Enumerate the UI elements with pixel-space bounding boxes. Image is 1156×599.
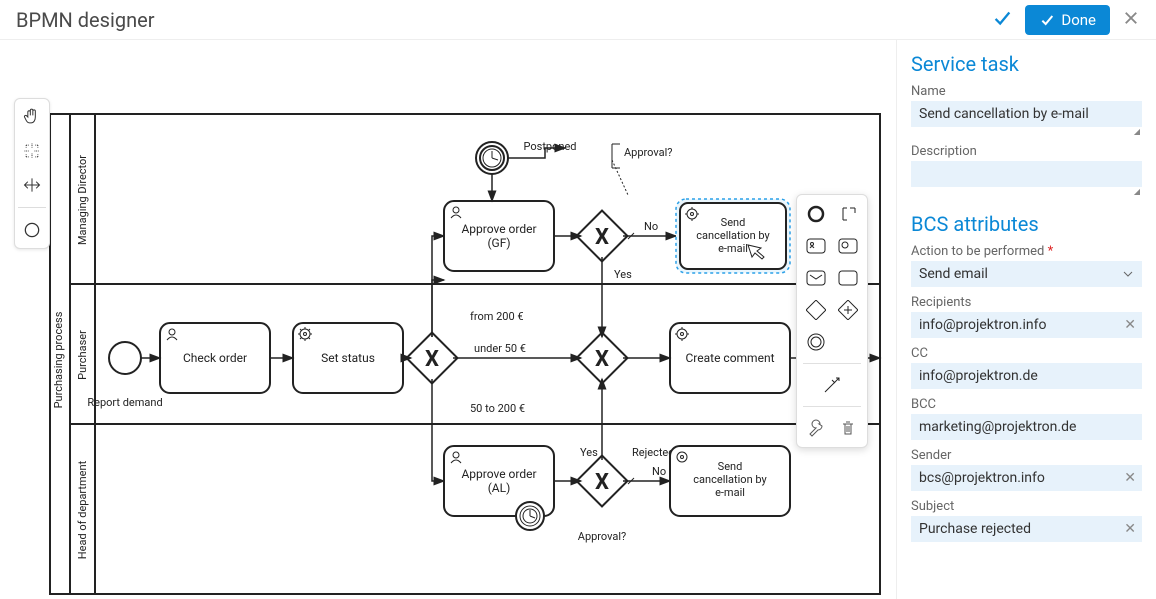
append-parallel-gateway[interactable] — [835, 297, 861, 323]
svg-text:(AL): (AL) — [488, 481, 511, 495]
append-service-task[interactable] — [835, 233, 861, 259]
action-select[interactable]: Send email — [911, 261, 1142, 287]
lane-label-2: Head of department — [76, 460, 89, 559]
lasso-tool[interactable] — [20, 139, 44, 163]
append-text-annotation[interactable] — [835, 201, 861, 227]
sender-input[interactable] — [911, 465, 1142, 491]
append-xor-gateway[interactable] — [803, 297, 829, 323]
clear-sender[interactable]: ✕ — [1124, 470, 1136, 486]
start-event-label: Report demand — [87, 396, 162, 409]
svg-text:Approve order: Approve order — [461, 222, 536, 236]
timer-event-gf[interactable] — [476, 142, 508, 174]
svg-text:50 to 200 €: 50 to 200 € — [470, 402, 525, 415]
svg-text:No: No — [644, 220, 658, 233]
svg-text:from 200 €: from 200 € — [470, 310, 524, 323]
checkmark-icon — [991, 7, 1013, 29]
bpmn-canvas[interactable]: Purchasing process Managing Director Pur… — [0, 40, 896, 599]
tool-palette — [14, 98, 50, 249]
timer-boundary-al[interactable] — [516, 502, 544, 530]
svg-text:(GF): (GF) — [487, 236, 510, 250]
wrench-icon — [807, 419, 825, 437]
name-label: Name — [911, 84, 1142, 99]
svg-text:Rejected: Rejected — [632, 446, 674, 459]
svg-text:X: X — [595, 347, 609, 372]
circle-icon — [22, 220, 42, 240]
name-input[interactable] — [911, 101, 1142, 127]
svg-text:Send: Send — [721, 216, 746, 229]
header-actions: Done — [991, 5, 1140, 35]
lane-label-0: Managing Director — [76, 155, 89, 245]
hand-tool[interactable] — [20, 105, 44, 129]
svg-text:X: X — [425, 347, 439, 372]
recipients-label: Recipients — [911, 295, 1142, 310]
svg-text:X: X — [595, 225, 609, 250]
clear-recipients[interactable]: ✕ — [1124, 317, 1136, 333]
svg-text:under 50 €: under 50 € — [474, 342, 526, 355]
lane-label-1: Purchaser — [76, 330, 89, 380]
delete-element[interactable] — [835, 415, 861, 441]
description-label: Description — [911, 144, 1142, 159]
description-input[interactable] — [911, 161, 1142, 187]
recipients-input[interactable] — [911, 312, 1142, 338]
action-label: Action to be performed * — [911, 244, 1142, 259]
svg-text:Send: Send — [718, 460, 743, 473]
task-set-status-label: Set status — [321, 351, 375, 365]
done-button[interactable]: Done — [1025, 5, 1110, 35]
hand-icon — [22, 107, 42, 127]
svg-text:X: X — [595, 470, 609, 495]
properties-panel: Service task Name ◢ Description ◢ BCS at… — [896, 40, 1156, 599]
pool-label: Purchasing process — [52, 311, 65, 408]
svg-text:Yes: Yes — [614, 268, 632, 281]
sender-label: Sender — [911, 448, 1142, 463]
svg-text:Postponed: Postponed — [524, 140, 577, 153]
space-icon — [22, 175, 42, 195]
svg-text:Approval?: Approval? — [578, 530, 626, 543]
cc-input[interactable] — [911, 363, 1142, 389]
close-button[interactable] — [1122, 9, 1140, 31]
append-end-event[interactable] — [803, 201, 829, 227]
page-title: BPMN designer — [16, 8, 991, 32]
task-create-comment-label: Create comment — [685, 351, 774, 365]
svg-text:Approve order: Approve order — [461, 467, 536, 481]
subject-label: Subject — [911, 499, 1142, 514]
connect-tool[interactable] — [819, 372, 845, 398]
space-tool[interactable] — [20, 173, 44, 197]
header: BPMN designer Done — [0, 0, 1156, 40]
svg-text:e-mail: e-mail — [718, 242, 748, 255]
change-type[interactable] — [803, 415, 829, 441]
done-button-label: Done — [1061, 11, 1096, 29]
svg-text:No: No — [652, 465, 666, 478]
clear-subject[interactable]: ✕ — [1124, 521, 1136, 537]
svg-text:Approval?: Approval? — [624, 146, 672, 159]
close-icon — [1122, 9, 1140, 27]
bcc-input[interactable] — [911, 414, 1142, 440]
bcc-label: BCC — [911, 397, 1142, 412]
cc-label: CC — [911, 346, 1142, 361]
append-task[interactable] — [835, 265, 861, 291]
context-pad — [796, 194, 868, 448]
crosshair-icon — [22, 141, 42, 161]
save-check-button[interactable] — [991, 7, 1013, 33]
chevron-down-icon — [1122, 268, 1134, 280]
attrs-title: BCS attributes — [911, 212, 1142, 236]
append-send-task[interactable] — [803, 265, 829, 291]
checkmark-icon — [1039, 12, 1055, 28]
append-intermediate-event[interactable] — [803, 329, 829, 355]
start-event[interactable] — [109, 342, 141, 374]
svg-text:cancellation by: cancellation by — [696, 229, 770, 242]
append-user-task[interactable] — [803, 233, 829, 259]
subject-input[interactable] — [911, 516, 1142, 542]
panel-title: Service task — [911, 52, 1142, 76]
svg-text:Yes: Yes — [580, 446, 598, 459]
task-check-order-label: Check order — [183, 351, 247, 365]
start-event-tool[interactable] — [20, 218, 44, 242]
svg-text:cancellation by: cancellation by — [693, 473, 767, 486]
trash-icon — [839, 419, 857, 437]
svg-text:e-mail: e-mail — [715, 486, 745, 499]
